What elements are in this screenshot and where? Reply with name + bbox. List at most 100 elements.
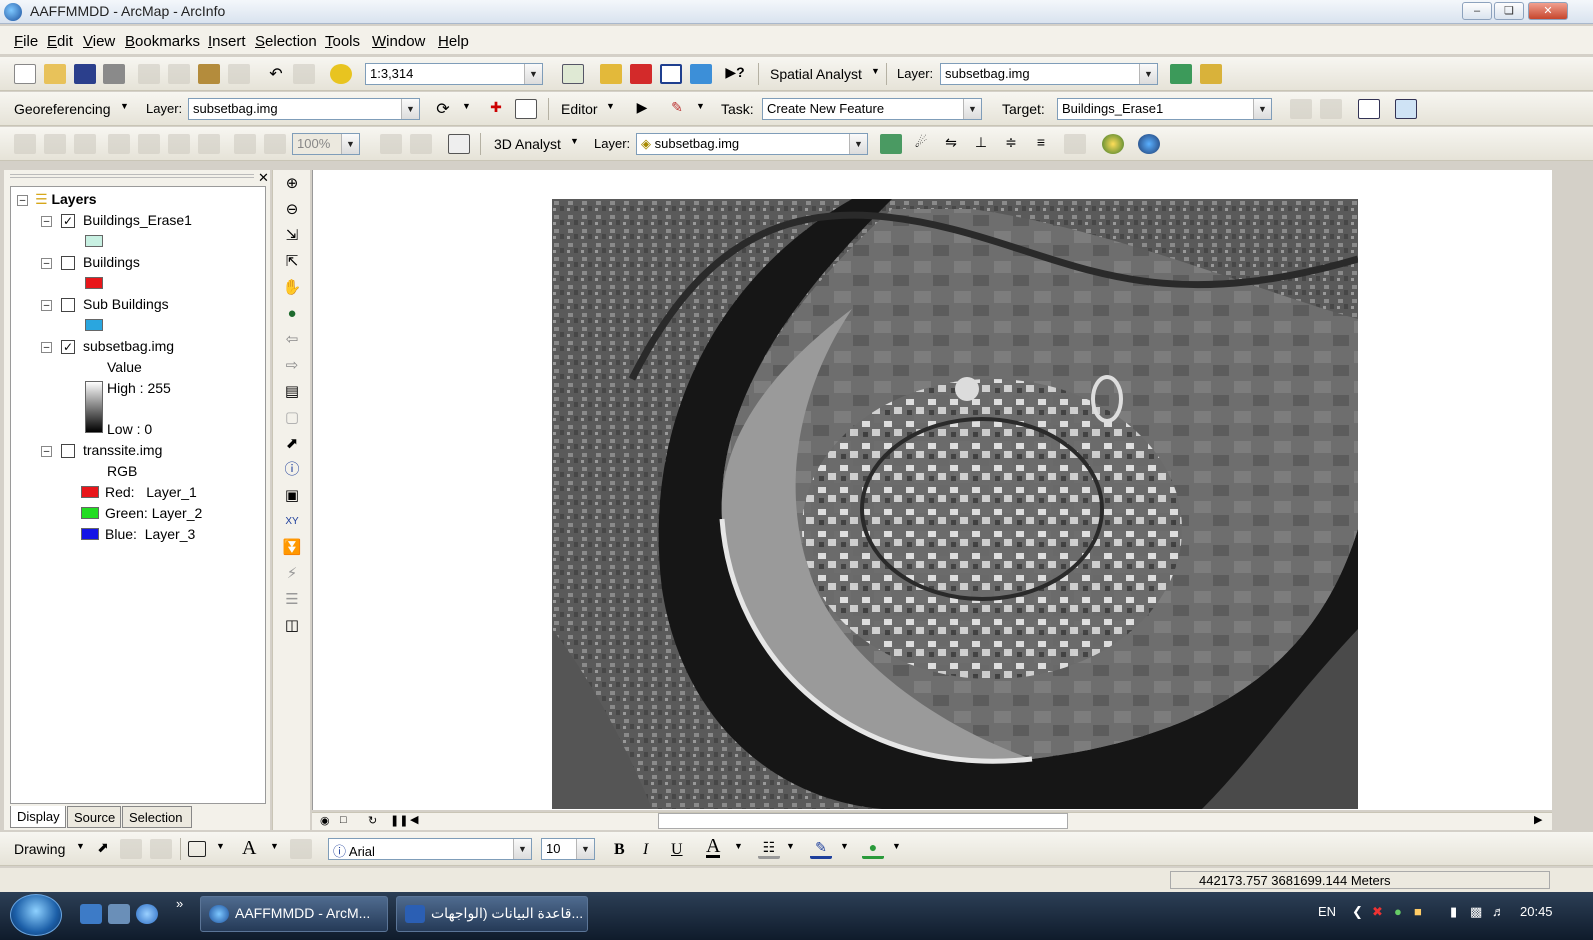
chevron-down-icon[interactable]: ▼	[840, 841, 849, 851]
print-icon[interactable]	[103, 64, 125, 84]
zoom-100-icon[interactable]	[138, 134, 160, 154]
tab-source[interactable]: Source	[67, 806, 121, 828]
fixed-zoom-in-icon[interactable]: ⇲	[282, 226, 302, 246]
chevron-down-icon[interactable]: ▼	[576, 839, 594, 859]
scroll-right-icon[interactable]: ▶	[1534, 813, 1542, 826]
edit-vertices-icon[interactable]	[290, 839, 312, 859]
save-icon[interactable]	[74, 64, 96, 84]
rotate-element-icon[interactable]	[120, 839, 142, 859]
spatial-analyst-layer-combo[interactable]: subsetbag.img ▼	[940, 63, 1158, 85]
next-extent-layout-icon[interactable]	[264, 134, 286, 154]
model-builder-icon[interactable]	[690, 64, 712, 84]
layer-checkbox-subsetbag[interactable]: ✓	[61, 340, 75, 354]
chevron-down-icon[interactable]: ▼	[849, 134, 867, 154]
select-features-icon[interactable]: ▤	[282, 382, 302, 402]
internet-explorer-icon[interactable]	[136, 904, 158, 924]
toc-grip[interactable]	[10, 174, 254, 178]
rectangle-tool-icon[interactable]	[188, 841, 206, 857]
forward-arrow-icon[interactable]: ⇨	[282, 356, 302, 376]
more-quick-launch-icon[interactable]: »	[176, 896, 183, 911]
grayscale-ramp-swatch[interactable]	[85, 381, 103, 433]
taskbar-word-document[interactable]: قاعدة البيانات (الواجهات...	[396, 896, 588, 932]
chevron-down-icon[interactable]: ▼	[606, 101, 615, 111]
line-color-icon[interactable]: ✎	[810, 839, 832, 859]
delete-icon[interactable]	[228, 64, 250, 84]
chevron-down-icon[interactable]: ▼	[513, 839, 531, 859]
change-layout-icon[interactable]	[448, 134, 470, 154]
map-display[interactable]	[312, 170, 1552, 810]
view-link-table-icon[interactable]	[515, 99, 537, 119]
collapse-icon[interactable]: –	[41, 300, 52, 311]
add-data-icon[interactable]	[330, 64, 352, 84]
chevron-down-icon[interactable]: ▼	[341, 134, 359, 154]
symbol-swatch[interactable]	[85, 319, 103, 331]
interpolate-polygon-icon[interactable]: ≡	[1030, 134, 1052, 154]
paste-icon[interactable]	[198, 64, 220, 84]
close-icon[interactable]: ✕	[258, 170, 269, 186]
focus-data-frame-icon[interactable]	[410, 134, 432, 154]
fixed-zoom-in-layout-icon[interactable]	[168, 134, 190, 154]
data-view-icon[interactable]: ◉	[320, 814, 330, 827]
histogram-icon[interactable]	[1200, 64, 1222, 84]
fill-color-icon[interactable]: ☷	[758, 839, 780, 859]
identify-icon[interactable]: ⓘ	[282, 460, 302, 480]
power-icon[interactable]: ▮	[1450, 904, 1457, 920]
menu-window[interactable]: Window	[372, 33, 425, 50]
chevron-down-icon[interactable]: ▼	[524, 64, 542, 84]
zoom-to-selected-icon[interactable]	[150, 839, 172, 859]
undo-icon[interactable]: ↶	[265, 64, 287, 84]
interpolate-line-icon[interactable]: ≑	[1000, 134, 1022, 154]
drawing-menu[interactable]: Drawing	[14, 841, 65, 857]
split-tool-icon[interactable]	[1290, 99, 1312, 119]
chevron-down-icon[interactable]: ▼	[696, 101, 705, 111]
chevron-down-icon[interactable]: ▼	[570, 136, 579, 146]
layer-name-buildings-erase1[interactable]: Buildings_Erase1	[83, 212, 192, 228]
arcscene-icon[interactable]	[1102, 134, 1124, 154]
close-button[interactable]: ✕	[1528, 2, 1568, 20]
menu-insert[interactable]: Insert	[208, 33, 246, 50]
volume-icon[interactable]: ♬	[1492, 904, 1505, 919]
measure-icon[interactable]: ⏬	[282, 538, 302, 558]
layer-checkbox-buildings[interactable]	[61, 256, 75, 270]
open-folder-icon[interactable]	[44, 64, 66, 84]
go-to-xy-icon[interactable]: XY	[282, 512, 302, 532]
arcglobe-icon[interactable]	[1138, 134, 1160, 154]
time-slider-icon[interactable]: ◫	[282, 616, 302, 636]
3d-analyst-layer-combo[interactable]: ◈ subsetbag.img ▼	[636, 133, 868, 155]
previous-extent-layout-icon[interactable]	[234, 134, 256, 154]
chevron-down-icon[interactable]: ▼	[871, 66, 880, 76]
chevron-down-icon[interactable]: ▼	[963, 99, 981, 119]
security-alert-icon[interactable]: ✖	[1372, 904, 1383, 920]
font-size-combo[interactable]: 10 ▼	[541, 838, 595, 860]
underline-button[interactable]: U	[671, 841, 683, 859]
satellite-raster-image[interactable]	[552, 199, 1358, 809]
layers-root[interactable]: ☰ Layers	[35, 191, 97, 208]
pause-drawing-icon[interactable]: ❚❚	[390, 814, 408, 827]
minimize-button[interactable]: –	[1462, 2, 1492, 20]
taskbar-arcmap[interactable]: AAFFMMDD - ArcM...	[200, 896, 388, 932]
tab-display[interactable]: Display	[10, 806, 66, 828]
profile-graph-icon[interactable]	[1064, 134, 1086, 154]
layer-name-sub-buildings[interactable]: Sub Buildings	[83, 296, 169, 312]
show-desktop-icon[interactable]	[80, 904, 102, 924]
chevron-down-icon[interactable]: ▼	[734, 841, 743, 851]
menu-bookmarks[interactable]: Bookmarks	[125, 33, 200, 50]
zoom-out-icon[interactable]: ⊖	[282, 200, 302, 220]
layer-name-buildings[interactable]: Buildings	[83, 254, 140, 270]
raster-calculator-icon[interactable]	[1170, 64, 1192, 84]
marker-color-icon[interactable]: ●	[862, 839, 884, 859]
chevron-down-icon[interactable]: ▼	[462, 101, 471, 111]
layer-checkbox-transsite[interactable]	[61, 444, 75, 458]
symbol-swatch[interactable]	[85, 235, 103, 247]
attributes-icon[interactable]	[1358, 99, 1380, 119]
contour-icon[interactable]: ☄	[910, 134, 932, 154]
arctoolbox-icon[interactable]	[600, 64, 622, 84]
editor-toolbar-icon[interactable]	[562, 64, 584, 84]
tray-folder-icon[interactable]: ■	[1414, 904, 1422, 919]
select-elements-icon[interactable]: ⬈	[282, 434, 302, 454]
chevron-down-icon[interactable]: ▼	[786, 841, 795, 851]
collapse-icon[interactable]: –	[41, 446, 52, 457]
clear-selection-icon[interactable]: ▢	[282, 408, 302, 428]
scroll-left-icon[interactable]: ◀	[410, 813, 418, 826]
layer-name-transsite[interactable]: transsite.img	[83, 442, 162, 458]
